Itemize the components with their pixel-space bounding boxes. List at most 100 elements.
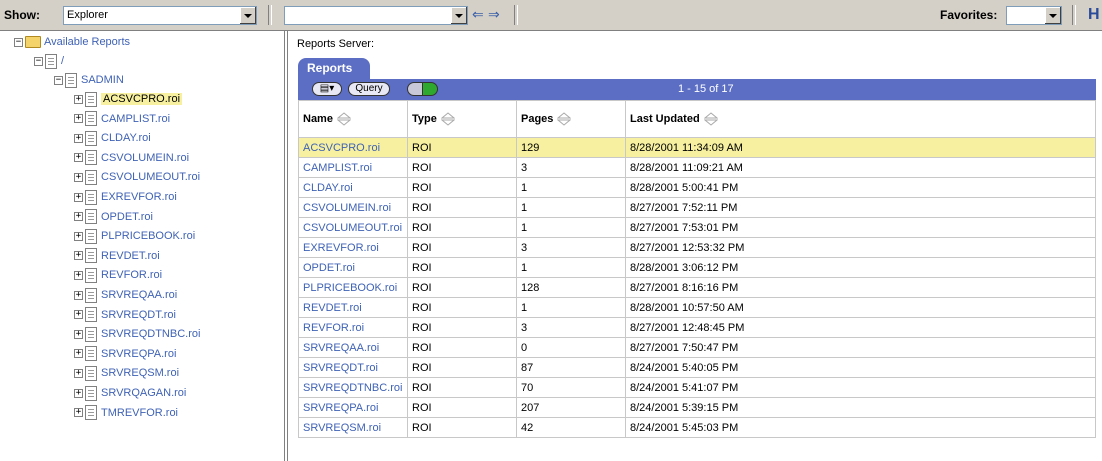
show-select[interactable]: Explorer (63, 6, 257, 25)
tree-node-report[interactable]: + CSVOLUMEOUT.roi (74, 168, 200, 186)
expand-icon[interactable]: + (74, 212, 83, 222)
chevron-down-icon[interactable] (450, 7, 467, 24)
table-row[interactable]: SRVREQDT.roi ROI 87 8/24/2001 5:40:05 PM (298, 357, 1096, 378)
tree-label[interactable]: REVDET.roi (101, 250, 160, 262)
tree-label[interactable]: SADMIN (81, 74, 124, 86)
expand-icon[interactable]: + (74, 388, 83, 398)
back-arrow-icon[interactable]: ⇐ (472, 7, 484, 21)
tree-label[interactable]: CLDAY.roi (101, 132, 151, 144)
pane-splitter[interactable] (284, 31, 288, 461)
tree-label[interactable]: Available Reports (44, 36, 130, 48)
expand-icon[interactable]: + (74, 349, 83, 359)
expand-icon[interactable]: + (74, 290, 83, 300)
tab-reports[interactable]: Reports (298, 58, 370, 79)
collapse-icon[interactable]: − (54, 75, 63, 85)
next-page-icon[interactable] (422, 82, 438, 96)
sort-icon[interactable] (440, 112, 455, 126)
tree-node-report[interactable]: + TMREVFOR.roi (74, 404, 178, 422)
report-name-link[interactable]: SRVREQDTNBC.roi (298, 377, 408, 398)
report-name-link[interactable]: SRVREQDT.roi (298, 357, 408, 378)
expand-icon[interactable]: + (74, 329, 83, 339)
tree-node-sadmin[interactable]: − SADMIN (54, 71, 124, 89)
expand-icon[interactable]: + (74, 310, 83, 320)
column-header-type[interactable]: Type (407, 100, 517, 138)
report-name-link[interactable]: CAMPLIST.roi (298, 157, 408, 178)
expand-icon[interactable]: + (74, 270, 83, 280)
report-name-link[interactable]: SRVREQAA.roi (298, 337, 408, 358)
table-row[interactable]: SRVREQSM.roi ROI 42 8/24/2001 5:45:03 PM (298, 417, 1096, 438)
expand-icon[interactable]: + (74, 251, 83, 261)
path-select[interactable] (284, 6, 468, 25)
report-name-link[interactable]: CSVOLUMEIN.roi (298, 197, 408, 218)
expand-icon[interactable]: + (74, 231, 83, 241)
expand-icon[interactable]: + (74, 172, 83, 182)
column-header-pages[interactable]: Pages (516, 100, 626, 138)
tree-node-report[interactable]: + SRVREQSM.roi (74, 364, 179, 382)
tree-node-root[interactable]: − Available Reports (14, 33, 130, 51)
tree-node-report[interactable]: + EXREVFOR.roi (74, 188, 177, 206)
report-name-link[interactable]: PLPRICEBOOK.roi (298, 277, 408, 298)
tree-label[interactable]: SRVRQAGAN.roi (101, 387, 186, 399)
tree-label[interactable]: / (61, 55, 64, 67)
tree-node-report[interactable]: + SRVREQAA.roi (74, 286, 177, 304)
tree-label[interactable]: PLPRICEBOOK.roi (101, 230, 195, 242)
report-name-link[interactable]: REVDET.roi (298, 297, 408, 318)
expand-icon[interactable]: + (74, 368, 83, 378)
tree-label[interactable]: CSVOLUMEIN.roi (101, 152, 189, 164)
tree-label[interactable]: REVFOR.roi (101, 269, 162, 281)
expand-icon[interactable]: + (74, 408, 83, 418)
table-row[interactable]: SRVREQPA.roi ROI 207 8/24/2001 5:39:15 PM (298, 397, 1096, 418)
expand-icon[interactable]: + (74, 192, 83, 202)
report-name-link[interactable]: CLDAY.roi (298, 177, 408, 198)
report-name-link[interactable]: ACSVCPRO.roi (298, 137, 408, 158)
chevron-down-icon[interactable] (1044, 7, 1061, 24)
table-row[interactable]: REVDET.roi ROI 1 8/28/2001 10:57:50 AM (298, 297, 1096, 318)
tree-label[interactable]: ACSVCPRO.roi (101, 93, 183, 105)
tree-node-report[interactable]: + CSVOLUMEIN.roi (74, 149, 189, 167)
expand-icon[interactable]: + (74, 94, 83, 104)
tree-label[interactable]: CSVOLUMEOUT.roi (101, 171, 200, 183)
tree-label[interactable]: CAMPLIST.roi (101, 113, 170, 125)
tree-node-report[interactable]: + ACSVCPRO.roi (74, 90, 183, 108)
tree-label[interactable]: SRVREQAA.roi (101, 289, 177, 301)
table-row[interactable]: ACSVCPRO.roi ROI 129 8/28/2001 11:34:09 AM (298, 137, 1096, 158)
table-row[interactable]: EXREVFOR.roi ROI 3 8/27/2001 12:53:32 PM (298, 237, 1096, 258)
report-name-link[interactable]: SRVREQSM.roi (298, 417, 408, 438)
tree-node-report[interactable]: + SRVREQDT.roi (74, 306, 176, 324)
chevron-down-icon[interactable] (239, 7, 256, 24)
tree-label[interactable]: SRVREQDTNBC.roi (101, 328, 200, 340)
tree-label[interactable]: OPDET.roi (101, 211, 153, 223)
tree-node-report[interactable]: + OPDET.roi (74, 208, 153, 226)
table-row[interactable]: OPDET.roi ROI 1 8/28/2001 3:06:12 PM (298, 257, 1096, 278)
table-row[interactable]: CAMPLIST.roi ROI 3 8/28/2001 11:09:21 AM (298, 157, 1096, 178)
home-icon[interactable]: H (1088, 6, 1100, 24)
column-header-last-updated[interactable]: Last Updated (625, 100, 1096, 138)
sort-icon[interactable] (557, 112, 572, 126)
expand-icon[interactable]: + (74, 133, 83, 143)
forward-arrow-icon[interactable]: ⇒ (488, 7, 500, 21)
tree-node-slash[interactable]: − / (34, 52, 64, 70)
table-row[interactable]: CSVOLUMEOUT.roi ROI 1 8/27/2001 7:53:01 PM (298, 217, 1096, 238)
tree-label[interactable]: SRVREQDT.roi (101, 309, 176, 321)
tree-node-report[interactable]: + REVFOR.roi (74, 266, 162, 284)
tree-node-report[interactable]: + SRVREQPA.roi (74, 345, 176, 363)
tree-node-report[interactable]: + CAMPLIST.roi (74, 110, 170, 128)
table-row[interactable]: SRVREQDTNBC.roi ROI 70 8/24/2001 5:41:07 PM (298, 377, 1096, 398)
expand-icon[interactable]: + (74, 114, 83, 124)
table-row[interactable]: SRVREQAA.roi ROI 0 8/27/2001 7:50:47 PM (298, 337, 1096, 358)
tree-label[interactable]: SRVREQSM.roi (101, 367, 179, 379)
favorites-select[interactable] (1006, 6, 1062, 25)
tree-node-report[interactable]: + CLDAY.roi (74, 129, 151, 147)
prev-page-icon[interactable] (407, 82, 423, 96)
report-name-link[interactable]: CSVOLUMEOUT.roi (298, 217, 408, 238)
sort-icon[interactable] (336, 112, 351, 126)
tree-node-report[interactable]: + REVDET.roi (74, 247, 160, 265)
tree-node-report[interactable]: + SRVREQDTNBC.roi (74, 325, 200, 343)
menu-dropdown-button[interactable]: ▤▾ (312, 82, 342, 96)
collapse-icon[interactable]: − (34, 56, 43, 66)
sort-icon[interactable] (703, 112, 718, 126)
query-button[interactable]: Query (348, 82, 390, 96)
expand-icon[interactable]: + (74, 153, 83, 163)
collapse-icon[interactable]: − (14, 37, 23, 47)
report-name-link[interactable]: SRVREQPA.roi (298, 397, 408, 418)
